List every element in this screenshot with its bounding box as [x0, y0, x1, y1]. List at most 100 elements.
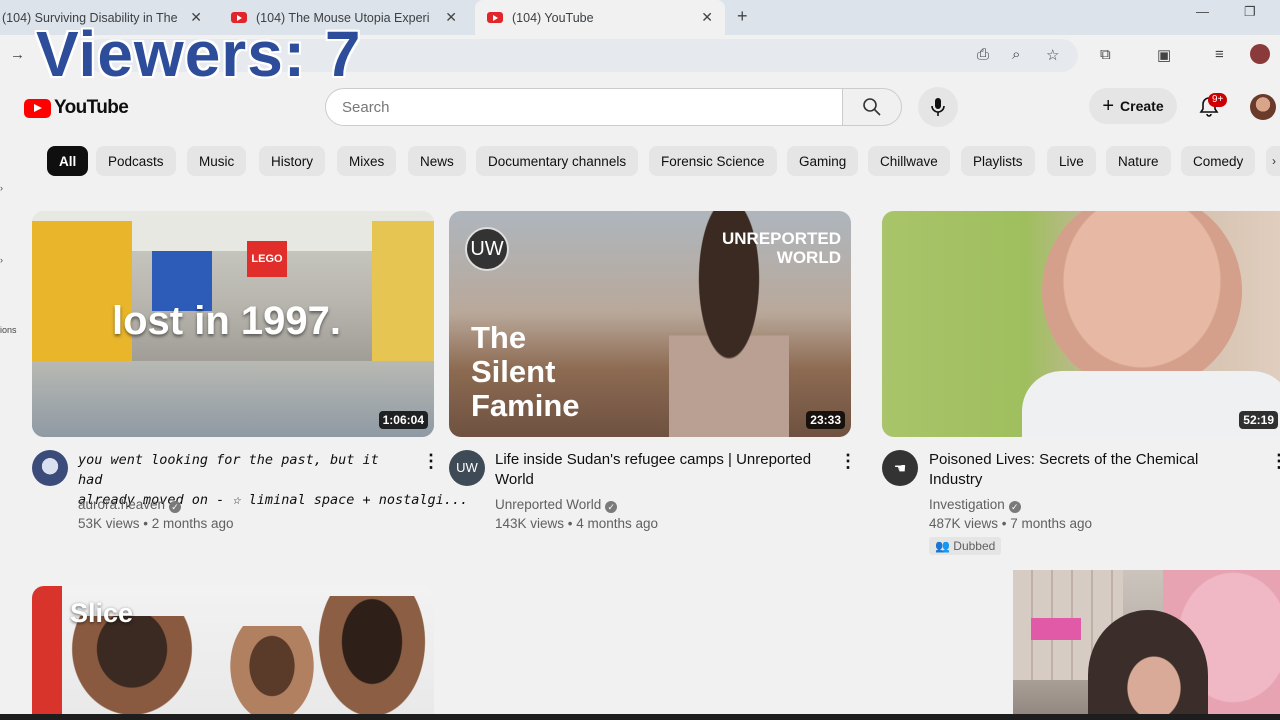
shelf-right [372, 221, 434, 381]
more-options-icon[interactable]: ⋮ [839, 452, 857, 470]
video-thumbnail[interactable]: Slice [32, 586, 434, 720]
tab-title: (104) YouTube [512, 10, 594, 25]
more-options-icon[interactable]: ⋮ [422, 452, 440, 470]
browser-tab-active[interactable]: (104) YouTube ✕ [475, 0, 725, 35]
thumbnail-caption: The Silent Famine [471, 321, 580, 423]
bottom-edge [0, 714, 1280, 720]
verified-icon: ✓ [169, 501, 182, 513]
voice-search-button[interactable] [918, 87, 958, 127]
channel-label: aurora.heaven [78, 497, 166, 512]
search-icon [863, 98, 881, 116]
channel-avatar[interactable]: UW [449, 450, 485, 486]
red-stripe [32, 586, 62, 720]
more-options-icon[interactable]: ⋮ [1270, 452, 1280, 470]
chip-chillwave[interactable]: Chillwave [868, 146, 950, 176]
logo-text: YouTube [54, 97, 129, 118]
media-control-icon[interactable]: ≡ [1215, 46, 1224, 63]
chip-history[interactable]: History [259, 146, 326, 176]
verified-icon: ✓ [605, 501, 618, 513]
verified-icon: ✓ [1008, 501, 1021, 513]
sidebar-fragment[interactable]: › [0, 255, 3, 265]
chips-next-chevron-icon[interactable]: › [1266, 146, 1280, 176]
fingerprint-icon: ☚ [893, 460, 907, 476]
video-stats: 143K views • 4 months ago [495, 516, 659, 531]
video-title[interactable]: Poisoned Lives: Secrets of the Chemical … [929, 450, 1249, 490]
browser-profile-avatar[interactable] [1250, 44, 1270, 64]
viewers-overlay: Viewers: 7 [36, 18, 362, 90]
minimize-icon[interactable]: — [1196, 4, 1209, 19]
channel-avatar[interactable]: ☚ [882, 450, 918, 486]
thumbnail-caption: Slice [70, 598, 134, 628]
video-duration: 23:33 [806, 411, 845, 429]
chip-comedy[interactable]: Comedy [1181, 146, 1256, 176]
caption-line: The [471, 320, 527, 355]
new-tab-button[interactable]: + [737, 6, 748, 27]
video-thumbnail[interactable]: UW UNREPORTED WORLD The Silent Famine 23… [449, 211, 851, 437]
create-button[interactable]: + Create [1089, 88, 1177, 124]
install-app-icon[interactable]: ⎙ [977, 46, 989, 63]
forward-icon[interactable]: → [10, 46, 25, 63]
video-thumbnail[interactable]: 52:19 [882, 211, 1280, 437]
chip-live[interactable]: Live [1047, 146, 1096, 176]
sidebar-fragment[interactable]: › [0, 183, 3, 193]
brand-line: UNREPORTED [721, 229, 841, 248]
thumbnail-logo: UW [465, 227, 509, 271]
video-duration: 1:06:04 [378, 411, 428, 429]
channel-label: Unreported World [495, 497, 602, 512]
face-figure [1042, 211, 1242, 391]
close-tab-icon[interactable]: ✕ [701, 9, 713, 26]
sidebar-icon[interactable]: ▣ [1157, 46, 1171, 64]
youtube-favicon-icon [487, 12, 503, 23]
channel-label: Investigation [929, 497, 1005, 512]
chip-playlists[interactable]: Playlists [961, 146, 1035, 176]
video-duration: 52:19 [1239, 411, 1278, 429]
sidebar-fragment[interactable]: ions [0, 325, 17, 335]
chip-mixes[interactable]: Mixes [337, 146, 397, 176]
zoom-icon[interactable]: ⌕ [1012, 46, 1020, 63]
chip-all[interactable]: All [47, 146, 89, 176]
notification-count-badge: 9+ [1208, 93, 1228, 107]
brand-line: WORLD [776, 248, 841, 267]
extensions-icon[interactable]: ⧉ [1100, 46, 1111, 63]
channel-name[interactable]: Unreported World ✓ [495, 495, 618, 515]
chip-documentary-channels[interactable]: Documentary channels [476, 146, 639, 176]
restore-icon[interactable]: ❐ [1244, 4, 1256, 20]
video-stats: 53K views • 2 months ago [78, 516, 234, 531]
chip-forensic-science[interactable]: Forensic Science [649, 146, 777, 176]
channel-name[interactable]: aurora.heaven ✓ [78, 495, 182, 515]
channel-name[interactable]: Investigation ✓ [929, 495, 1021, 515]
channel-avatar[interactable] [32, 450, 68, 486]
chip-gaming[interactable]: Gaming [787, 146, 859, 176]
youtube-logo[interactable]: YouTube [24, 97, 129, 119]
thumbnail-caption: lost in 1997. [112, 299, 341, 343]
baby-figure [227, 626, 317, 720]
video-title[interactable]: Life inside Sudan's refugee camps | Unre… [495, 450, 825, 490]
plus-icon: + [1102, 94, 1115, 117]
chip-news[interactable]: News [408, 146, 466, 176]
close-tab-icon[interactable]: ✕ [445, 9, 457, 26]
dubbed-badge: 👥 Dubbed [929, 537, 1002, 555]
chip-nature[interactable]: Nature [1106, 146, 1171, 176]
lego-sign: LEGO [247, 241, 287, 277]
webcam-overlay [1013, 570, 1280, 720]
dubbed-label: Dubbed [953, 539, 996, 553]
search-button[interactable] [842, 88, 902, 126]
account-avatar[interactable] [1250, 94, 1276, 120]
caption-line: Silent [471, 354, 556, 389]
video-stats: 487K views • 7 months ago [929, 516, 1093, 531]
title-line: Life inside Sudan's refugee camps | Unre… [495, 451, 812, 468]
bookmark-star-icon[interactable]: ☆ [1046, 46, 1059, 64]
floor [32, 361, 434, 437]
title-line: World [495, 471, 534, 488]
video-thumbnail[interactable]: LEGO lost in 1997. 1:06:04 [32, 211, 434, 437]
chip-podcasts[interactable]: Podcasts [96, 146, 176, 176]
microphone-icon [931, 98, 945, 116]
youtube-play-icon [24, 98, 51, 118]
title-line: you went looking for the past, but it ha… [78, 452, 379, 488]
create-label: Create [1120, 98, 1164, 114]
search-input[interactable]: Search [325, 88, 843, 126]
pink-item [1031, 618, 1081, 640]
caption-line: Famine [471, 388, 580, 423]
chip-music[interactable]: Music [187, 146, 247, 176]
dubbed-icon: 👥 [935, 539, 954, 553]
